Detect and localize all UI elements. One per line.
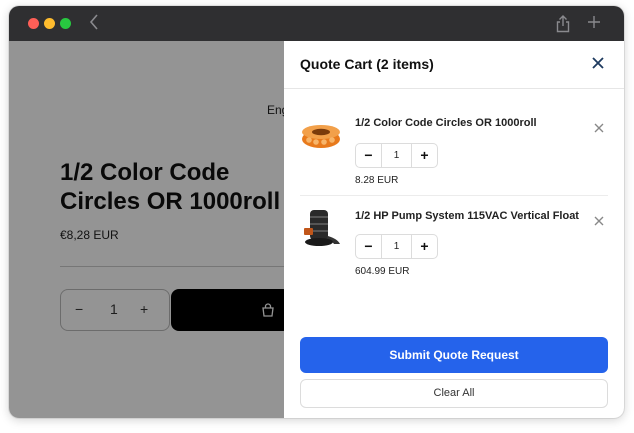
decrease-button[interactable]: − xyxy=(356,144,382,167)
cart-item: 1/2 Color Code Circles OR 1000roll − 1 +… xyxy=(300,101,608,196)
quantity-stepper[interactable]: − 1 + xyxy=(355,143,438,168)
remove-item-icon[interactable] xyxy=(594,120,604,133)
share-icon[interactable] xyxy=(556,15,572,33)
increase-button[interactable]: + xyxy=(411,144,437,167)
close-icon[interactable] xyxy=(590,55,606,71)
close-window-button[interactable] xyxy=(28,18,39,29)
quantity-value[interactable]: 1 xyxy=(382,235,411,258)
item-name: 1/2 HP Pump System 115VAC Vertical Float xyxy=(355,210,579,222)
remove-item-icon[interactable] xyxy=(594,213,604,226)
item-price: 604.99 EUR xyxy=(355,266,410,277)
page-content: Eng 1/2 Color Code Circles OR 1000roll €… xyxy=(9,41,624,418)
quote-cart-drawer: Quote Cart (2 items) 1/2 Color Code Circ… xyxy=(284,41,624,418)
quantity-value[interactable]: 1 xyxy=(382,144,411,167)
item-price: 8.28 EUR xyxy=(355,175,399,186)
cart-item: 1/2 HP Pump System 115VAC Vertical Float… xyxy=(300,196,608,291)
product-thumbnail xyxy=(300,206,342,248)
submit-quote-request-button[interactable]: Submit Quote Request xyxy=(300,337,608,373)
plus-icon[interactable] xyxy=(587,13,603,31)
quantity-stepper[interactable]: − 1 + xyxy=(355,234,438,259)
browser-window: Eng 1/2 Color Code Circles OR 1000roll €… xyxy=(9,6,624,418)
minimize-window-button[interactable] xyxy=(44,18,55,29)
clear-all-button[interactable]: Clear All xyxy=(300,379,608,408)
chevron-left-icon[interactable] xyxy=(89,14,103,32)
drawer-header: Quote Cart (2 items) xyxy=(284,41,624,89)
item-name: 1/2 Color Code Circles OR 1000roll xyxy=(355,117,537,129)
increase-button[interactable]: + xyxy=(411,235,437,258)
product-thumbnail xyxy=(300,115,342,157)
drawer-title: Quote Cart (2 items) xyxy=(300,56,434,72)
title-bar xyxy=(9,6,624,41)
maximize-window-button[interactable] xyxy=(60,18,71,29)
decrease-button[interactable]: − xyxy=(356,235,382,258)
